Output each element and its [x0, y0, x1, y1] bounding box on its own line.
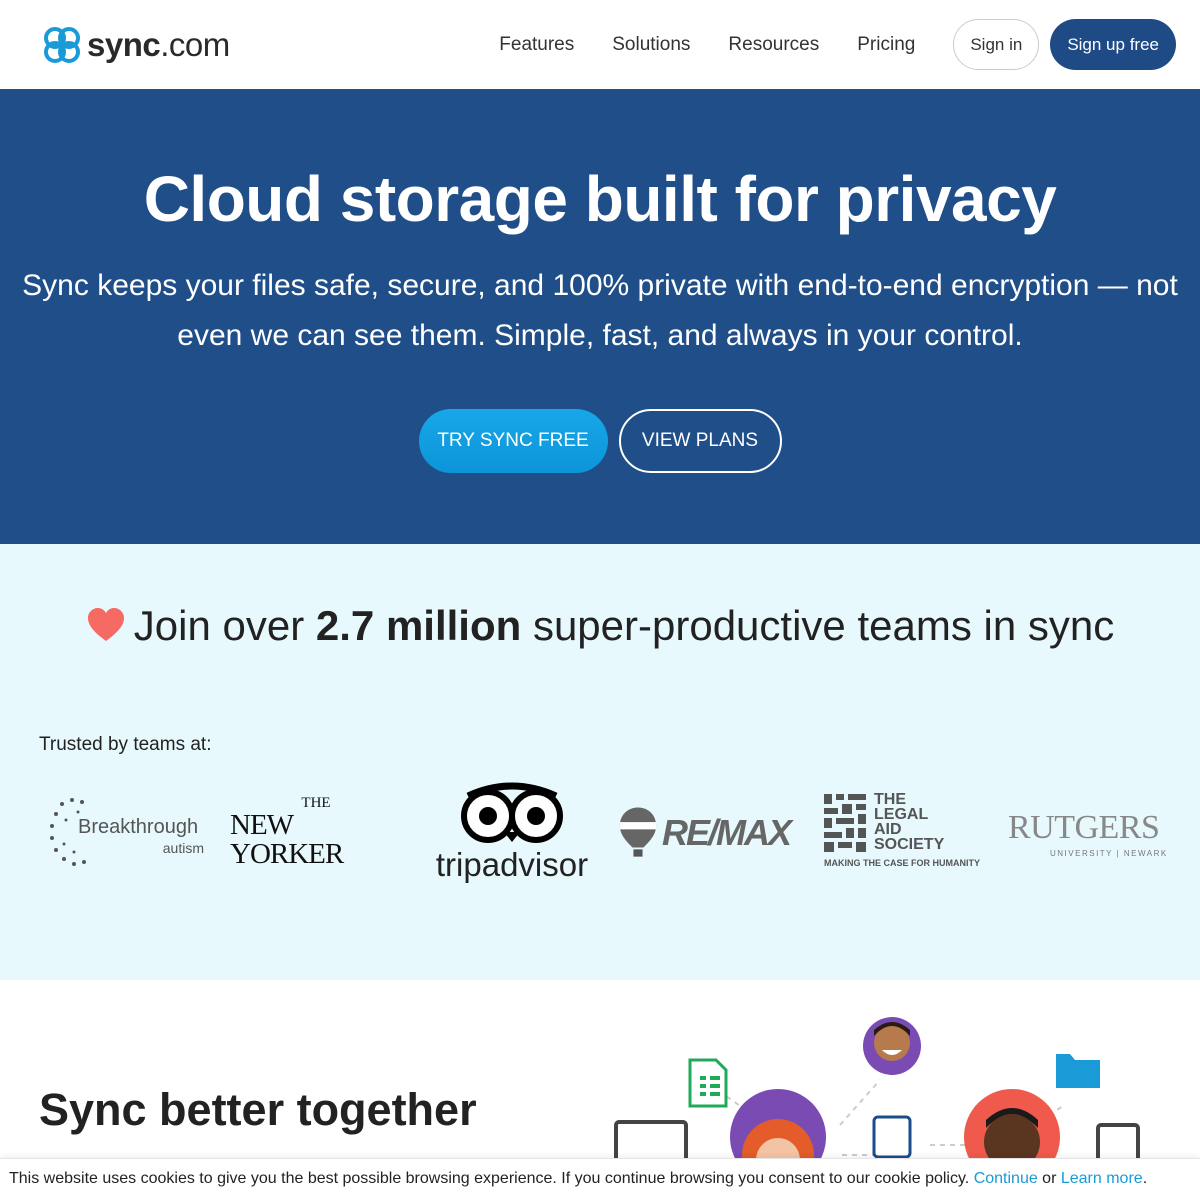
tripadvisor-owl-icon: [461, 782, 563, 843]
sync-logo[interactable]: sync.com: [39, 22, 230, 68]
nav-features[interactable]: Features: [499, 34, 574, 56]
nav-solutions[interactable]: Solutions: [612, 34, 690, 56]
breakthrough-text: Breakthrough: [78, 816, 199, 838]
heart-icon: [87, 607, 124, 641]
view-plans-button[interactable]: VIEW PLANS: [618, 409, 782, 473]
sign-up-button[interactable]: Sign up free: [1050, 19, 1176, 70]
remax-text: RE/MAX: [661, 812, 792, 853]
cookie-text: This website uses cookies to give you th…: [9, 1170, 974, 1187]
tripadvisor-logo: tripadvisor: [426, 774, 598, 889]
new-yorker-text: NEW YORKER: [230, 808, 344, 870]
avatar-man-top: [863, 1017, 921, 1075]
cookie-banner: This website uses cookies to give you th…: [0, 1158, 1200, 1200]
new-yorker-the: THE: [301, 794, 331, 811]
legal-aid-tagline: MAKING THE CASE FOR HUMANITY: [824, 858, 980, 868]
legal-aid-building-icon: [824, 794, 866, 852]
tripadvisor-text: tripadvisor: [435, 846, 589, 883]
trust-heading: Join over 2.7 million super-productive t…: [0, 600, 1200, 652]
legal-aid-text: THE LEGAL AID SOCIETY: [874, 791, 945, 853]
main-nav: Features Solutions Resources Pricing Sig…: [499, 19, 1176, 70]
cookie-period: .: [1142, 1170, 1148, 1187]
hero-subtitle: Sync keeps your files safe, secure, and …: [22, 269, 1178, 352]
sign-in-button[interactable]: Sign in: [953, 19, 1040, 70]
remax-balloon-icon: [619, 807, 657, 857]
folder-icon: [1056, 1054, 1100, 1088]
phone-icon: [872, 1115, 912, 1159]
hero-buttons: TRY SYNC FREE VIEW PLANS: [0, 409, 1200, 473]
trust-section: Join over 2.7 million super-productive t…: [0, 544, 1200, 980]
sync-logo-icon: [44, 26, 80, 63]
rutgers-subtext: UNIVERSITY | NEWARK: [1050, 848, 1168, 858]
customer-logos: Breakthrough autism THE NEW YORKER tripa…: [40, 774, 1170, 889]
sync-better-title: Sync better together: [39, 1084, 477, 1135]
breakthrough-subtext: autism: [162, 840, 204, 856]
cookie-or: or: [1037, 1170, 1061, 1187]
cookie-continue-link[interactable]: Continue: [974, 1170, 1038, 1187]
rutgers-logo: RUTGERS UNIVERSITY | NEWARK: [1008, 804, 1170, 864]
logo-text: sync.com: [87, 25, 230, 63]
hero-title: Cloud storage built for privacy: [143, 163, 1057, 235]
rutgers-text: RUTGERS: [1008, 808, 1160, 846]
legal-aid-society-logo: THE LEGAL AID SOCIETY MAKING THE CASE FO…: [818, 791, 980, 876]
trusted-by-label: Trusted by teams at:: [39, 734, 212, 755]
spreadsheet-doc-icon: [688, 1058, 728, 1108]
new-yorker-logo: THE NEW YORKER: [230, 795, 402, 868]
nav-pricing[interactable]: Pricing: [857, 34, 915, 56]
try-sync-free-button[interactable]: TRY SYNC FREE: [418, 409, 608, 473]
remax-logo: RE/MAX: [618, 800, 792, 866]
hero-section: Cloud storage built for privacy Sync kee…: [0, 89, 1200, 544]
breakthrough-autism-logo: Breakthrough autism: [48, 792, 204, 872]
cookie-learn-more-link[interactable]: Learn more: [1061, 1170, 1143, 1187]
site-header: sync.com Features Solutions Resources Pr…: [0, 0, 1200, 89]
nav-resources[interactable]: Resources: [728, 34, 819, 56]
